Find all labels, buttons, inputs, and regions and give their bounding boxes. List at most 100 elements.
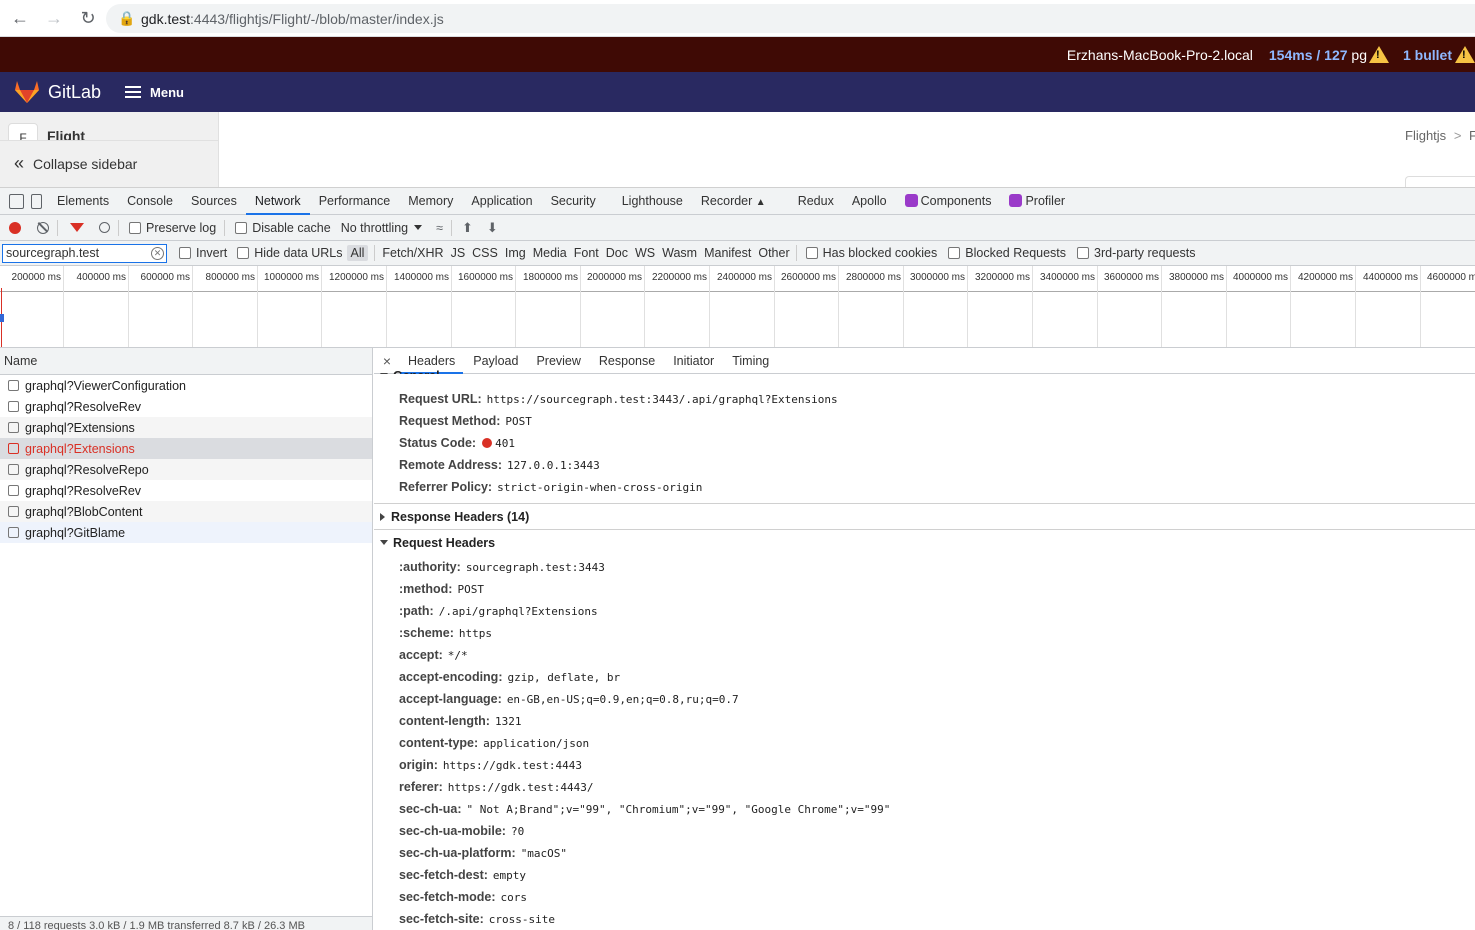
filter-type-img[interactable]: Img bbox=[505, 246, 526, 260]
request-row[interactable]: graphql?Extensions bbox=[0, 417, 372, 438]
import-har-icon[interactable]: ⬆ bbox=[462, 220, 473, 236]
filter-type-js[interactable]: JS bbox=[451, 246, 466, 260]
close-icon[interactable]: × bbox=[374, 353, 400, 369]
checkbox-box[interactable] bbox=[235, 221, 248, 234]
tab-lighthouse[interactable]: Lighthouse bbox=[613, 188, 692, 215]
forward-icon[interactable]: → bbox=[38, 2, 70, 34]
breadcrumb-flight[interactable]: Fl bbox=[1469, 128, 1475, 143]
third-party-checkbox[interactable]: 3rd-party requests bbox=[1077, 246, 1195, 260]
tab-apollo[interactable]: Apollo bbox=[843, 188, 896, 215]
tab-performance[interactable]: Performance bbox=[310, 188, 400, 215]
hide-data-urls-checkbox[interactable]: Hide data URLs bbox=[237, 246, 343, 260]
tab-timing[interactable]: Timing bbox=[724, 348, 777, 374]
triangle-right-icon bbox=[380, 513, 385, 521]
filter-type-font[interactable]: Font bbox=[574, 246, 599, 260]
tab-payload[interactable]: Payload bbox=[465, 348, 526, 374]
tab-elements[interactable]: Elements bbox=[48, 188, 118, 215]
blocked-requests-checkbox[interactable]: Blocked Requests bbox=[948, 246, 1066, 260]
status-error-icon bbox=[482, 438, 493, 448]
tab-initiator[interactable]: Initiator bbox=[665, 348, 722, 374]
filter-type-other[interactable]: Other bbox=[758, 246, 789, 260]
section-divider bbox=[374, 503, 1475, 504]
filter-type-doc[interactable]: Doc bbox=[606, 246, 628, 260]
breadcrumb-flightjs[interactable]: Flightjs bbox=[1405, 128, 1446, 143]
filter-icon[interactable] bbox=[70, 223, 84, 232]
tab-console[interactable]: Console bbox=[118, 188, 182, 215]
gitlab-brand[interactable]: GitLab bbox=[48, 82, 101, 103]
tab-security[interactable]: Security bbox=[542, 188, 605, 215]
document-icon bbox=[8, 443, 19, 454]
perf-host: Erzhans-MacBook-Pro-2.local bbox=[1066, 46, 1253, 63]
has-blocked-cookies-checkbox[interactable]: Has blocked cookies bbox=[805, 246, 938, 260]
tab-preview[interactable]: Preview bbox=[528, 348, 588, 374]
request-header-row: content-length: 1321 bbox=[399, 714, 521, 728]
gitlab-logo-icon[interactable] bbox=[14, 80, 40, 104]
perf-timing[interactable]: 154ms / 127 bbox=[1269, 47, 1348, 63]
header-key: Request Method: bbox=[399, 414, 501, 428]
response-headers-toggle[interactable]: Response Headers (14) bbox=[380, 510, 529, 524]
request-row[interactable]: graphql?ResolveRev bbox=[0, 480, 372, 501]
back-icon[interactable]: ← bbox=[4, 2, 36, 34]
request-row[interactable]: graphql?ResolveRepo bbox=[0, 459, 372, 480]
tab-network[interactable]: Network bbox=[245, 188, 310, 215]
filter-type-all[interactable]: All bbox=[346, 245, 369, 261]
hide-data-urls-label: Hide data URLs bbox=[254, 246, 343, 260]
tab-recorder[interactable]: Recorder ▲ bbox=[692, 188, 775, 215]
filter-type-ws[interactable]: WS bbox=[635, 246, 655, 260]
filter-type-css[interactable]: CSS bbox=[472, 246, 498, 260]
timeline-tick-label: 200000 ms bbox=[11, 272, 61, 283]
tab-components[interactable]: Components bbox=[896, 188, 1001, 215]
tab-sources[interactable]: Sources bbox=[182, 188, 246, 215]
has-blocked-cookies-label: Has blocked cookies bbox=[822, 246, 938, 260]
request-row[interactable]: graphql?ResolveRev bbox=[0, 396, 372, 417]
network-conditions-icon[interactable]: ≈ bbox=[436, 221, 443, 235]
request-row[interactable]: graphql?GitBlame bbox=[0, 522, 372, 543]
collapse-sidebar-button[interactable]: « Collapse sidebar bbox=[0, 140, 218, 187]
menu-button[interactable]: Menu bbox=[150, 85, 184, 100]
device-toolbar-icon[interactable] bbox=[31, 193, 42, 209]
column-header-name[interactable]: Name bbox=[0, 348, 372, 375]
reload-icon[interactable]: ↻ bbox=[72, 2, 104, 34]
tab-memory[interactable]: Memory bbox=[399, 188, 462, 215]
checkbox-box[interactable] bbox=[237, 247, 250, 259]
filter-input[interactable]: sourcegraph.test ✕ bbox=[2, 243, 167, 263]
perf-bullet[interactable]: 1 bullet bbox=[1403, 47, 1452, 63]
request-row[interactable]: graphql?ViewerConfiguration bbox=[0, 375, 372, 396]
clear-icon[interactable] bbox=[37, 221, 49, 234]
filter-type-media[interactable]: Media bbox=[533, 246, 567, 260]
filter-type-fetch-xhr[interactable]: Fetch/XHR bbox=[382, 246, 443, 260]
section-divider bbox=[374, 529, 1475, 530]
clear-filter-icon[interactable]: ✕ bbox=[151, 246, 164, 260]
filter-type-wasm[interactable]: Wasm bbox=[662, 246, 697, 260]
request-headers-toggle[interactable]: Request Headers bbox=[380, 536, 495, 550]
inspect-element-icon[interactable] bbox=[9, 193, 24, 209]
request-row-selected[interactable]: graphql?Extensions bbox=[0, 438, 372, 459]
tab-profiler[interactable]: Profiler bbox=[1000, 188, 1074, 215]
checkbox-box[interactable] bbox=[179, 247, 191, 259]
checkbox-box[interactable] bbox=[948, 247, 961, 259]
general-row: Request URL: https://sourcegraph.test:344… bbox=[399, 392, 838, 406]
tab-application[interactable]: Application bbox=[462, 188, 541, 215]
address-bar[interactable]: 🔒 gdk.test:4443/flightjs/Flight/-/blob/m… bbox=[106, 4, 1475, 33]
invert-checkbox[interactable]: Invert bbox=[179, 246, 227, 260]
checkbox-box[interactable] bbox=[805, 247, 818, 259]
tab-redux[interactable]: Redux bbox=[789, 188, 843, 215]
export-har-icon[interactable]: ⬇ bbox=[487, 220, 498, 236]
record-icon[interactable] bbox=[9, 221, 21, 234]
request-name: graphql?BlobContent bbox=[25, 504, 143, 519]
disable-cache-checkbox[interactable]: Disable cache bbox=[235, 221, 331, 235]
search-icon[interactable] bbox=[99, 222, 110, 233]
timeline-gridline bbox=[709, 266, 710, 347]
filter-type-manifest[interactable]: Manifest bbox=[704, 246, 751, 260]
header-value: https://gdk.test:4443/ bbox=[447, 781, 594, 794]
throttling-select[interactable]: No throttling bbox=[341, 221, 423, 235]
menu-icon[interactable] bbox=[125, 86, 142, 98]
network-overview-timeline[interactable]: 200000 ms 400000 ms 600000 ms 800000 ms 1000… bbox=[0, 266, 1475, 348]
preserve-log-checkbox[interactable]: Preserve log bbox=[129, 221, 216, 235]
tab-response[interactable]: Response bbox=[591, 348, 663, 374]
timeline-gridline bbox=[838, 266, 839, 347]
request-row[interactable]: graphql?BlobContent bbox=[0, 501, 372, 522]
checkbox-box[interactable] bbox=[1077, 247, 1090, 259]
general-row: Referrer Policy: strict-origin-when-cross… bbox=[399, 480, 702, 494]
checkbox-box[interactable] bbox=[129, 221, 141, 234]
